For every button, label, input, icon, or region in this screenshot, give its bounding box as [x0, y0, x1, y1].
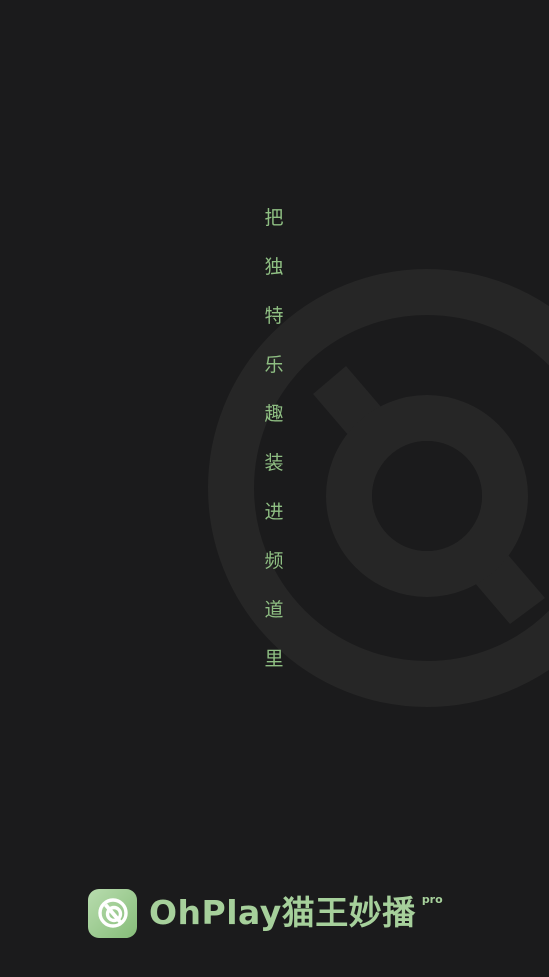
splash-screen: 把 独 特 乐 趣 装 进 频 道 里 OhPlay猫王妙播 pro [0, 0, 549, 977]
slogan-char: 特 [264, 305, 284, 327]
slogan-char: 频 [264, 550, 284, 572]
brand-name: OhPlay猫王妙播 [149, 893, 416, 932]
brand-lockup: OhPlay猫王妙播 pro [88, 888, 443, 938]
ohplay-app-icon [88, 888, 137, 938]
slogan-char: 进 [264, 501, 284, 523]
pro-badge: pro [421, 892, 443, 906]
slogan-char: 道 [264, 599, 284, 621]
app-icon-glyph [97, 898, 128, 928]
slogan-char: 装 [264, 452, 284, 474]
slogan-char: 独 [264, 256, 284, 278]
watermark-inner-hole [372, 441, 482, 551]
slogan-char: 里 [264, 648, 284, 670]
vertical-slogan: 把 独 特 乐 趣 装 进 频 道 里 [262, 204, 286, 694]
slogan-char: 乐 [264, 354, 284, 376]
slogan-char: 把 [264, 207, 284, 229]
slogan-char: 趣 [264, 403, 284, 425]
